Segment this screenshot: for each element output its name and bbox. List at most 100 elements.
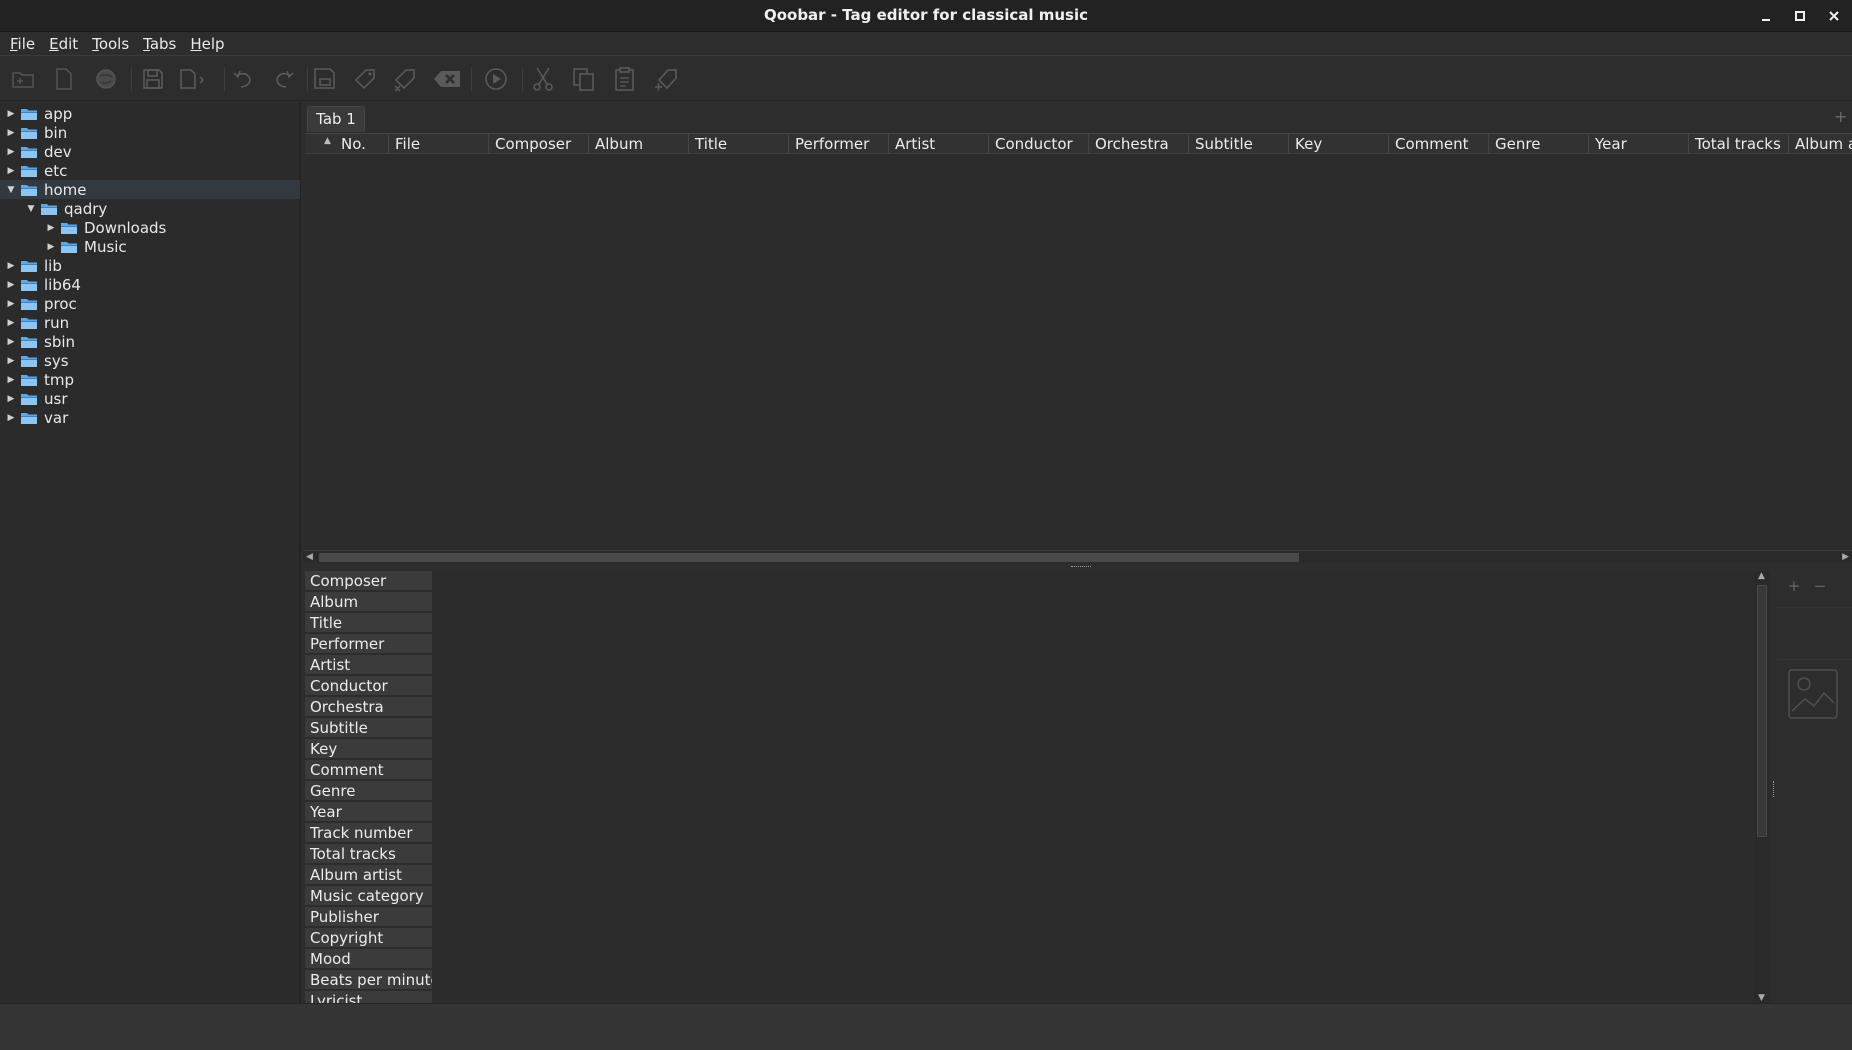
tag-label-album[interactable]: Album — [305, 592, 432, 612]
expand-arrow-icon[interactable]: ▶ — [46, 242, 56, 252]
expand-arrow-icon[interactable]: ▶ — [6, 299, 16, 309]
tree-item-music[interactable]: ▶ Music — [0, 237, 300, 256]
splitter-grip[interactable] — [1071, 566, 1091, 568]
splitter-grip[interactable] — [1773, 781, 1775, 797]
vertical-splitter[interactable] — [1770, 571, 1778, 1003]
expand-arrow-icon[interactable]: ▶ — [6, 261, 16, 271]
tree-item-proc[interactable]: ▶ proc — [0, 294, 300, 313]
tag-add-button[interactable] — [650, 63, 682, 95]
tree-item-home[interactable]: ▼ home — [0, 180, 300, 199]
tree-item-etc[interactable]: ▶ etc — [0, 161, 300, 180]
copy-button[interactable] — [568, 63, 600, 95]
tag-label-performer[interactable]: Performer — [305, 634, 432, 654]
remove-image-button[interactable]: − — [1811, 577, 1829, 595]
expand-arrow-icon[interactable]: ▶ — [6, 356, 16, 366]
tab-1[interactable]: Tab 1 — [307, 106, 365, 132]
tree-item-usr[interactable]: ▶ usr — [0, 389, 300, 408]
column-header-no[interactable]: No. — [335, 134, 389, 154]
scrollbar-thumb[interactable] — [319, 553, 1299, 562]
column-header-album-artist[interactable]: Album artist — [1789, 134, 1852, 154]
tree-item-sys[interactable]: ▶ sys — [0, 351, 300, 370]
scrollbar-thumb[interactable] — [1757, 585, 1767, 837]
tree-item-lib64[interactable]: ▶ lib64 — [0, 275, 300, 294]
expand-arrow-icon[interactable]: ▶ — [6, 147, 16, 157]
column-header-genre[interactable]: Genre — [1489, 134, 1589, 154]
save-as-button[interactable] — [177, 63, 209, 95]
expand-arrow-icon[interactable]: ▶ — [46, 223, 56, 233]
tag-label-album-artist[interactable]: Album artist — [305, 865, 432, 885]
save-button[interactable] — [137, 63, 169, 95]
expand-arrow-icon[interactable]: ▶ — [6, 280, 16, 290]
tag-label-artist[interactable]: Artist — [305, 655, 432, 675]
expand-arrow-icon[interactable]: ▶ — [6, 375, 16, 385]
minimize-button[interactable] — [1755, 5, 1777, 27]
column-header-artist[interactable]: Artist — [889, 134, 989, 154]
tree-item-dev[interactable]: ▶ dev — [0, 142, 300, 161]
paste-button[interactable] — [609, 63, 641, 95]
tag-label-lyricist[interactable]: Lyricist — [305, 991, 432, 1003]
clear-button[interactable] — [431, 63, 463, 95]
folder-tree[interactable]: ▶ app ▶ bin ▶ dev ▶ etc ▼ home ▼ qadry ▶ Downloads ▶ Mu… — [0, 102, 301, 1003]
tree-item-var[interactable]: ▶ var — [0, 408, 300, 427]
tag-label-publisher[interactable]: Publisher — [305, 907, 432, 927]
maximize-button[interactable] — [1789, 5, 1811, 27]
tag-label-mood[interactable]: Mood — [305, 949, 432, 969]
menu-edit[interactable]: Edit — [49, 32, 78, 55]
menu-file[interactable]: File — [10, 32, 35, 55]
tree-item-downloads[interactable]: ▶ Downloads — [0, 218, 300, 237]
collapse-arrow-icon[interactable]: ▼ — [6, 185, 16, 195]
tag-label-comment[interactable]: Comment — [305, 760, 432, 780]
save-tags-button[interactable] — [309, 63, 341, 95]
column-header-album[interactable]: Album — [589, 134, 689, 154]
tag-label-title[interactable]: Title — [305, 613, 432, 633]
redo-button[interactable] — [268, 63, 300, 95]
menu-help[interactable]: Help — [190, 32, 224, 55]
column-header-performer[interactable]: Performer — [789, 134, 889, 154]
menu-tools[interactable]: Tools — [92, 32, 129, 55]
column-header-composer[interactable]: Composer — [489, 134, 589, 154]
tag-label-music-category[interactable]: Music category — [305, 886, 432, 906]
tree-item-tmp[interactable]: ▶ tmp — [0, 370, 300, 389]
column-header-comment[interactable]: Comment — [1389, 134, 1489, 154]
scroll-up-icon[interactable]: ▲ — [1758, 571, 1765, 581]
column-header-conductor[interactable]: Conductor — [989, 134, 1089, 154]
cut-button[interactable] — [527, 63, 559, 95]
scroll-left-icon[interactable]: ◀ — [306, 552, 313, 562]
globe-button[interactable] — [90, 63, 122, 95]
play-button[interactable] — [480, 63, 512, 95]
new-file-button[interactable] — [48, 63, 80, 95]
expand-arrow-icon[interactable]: ▶ — [6, 128, 16, 138]
scroll-down-icon[interactable]: ▼ — [1758, 993, 1765, 1003]
tag-label-genre[interactable]: Genre — [305, 781, 432, 801]
add-image-button[interactable]: + — [1785, 577, 1803, 595]
tag-label-subtitle[interactable]: Subtitle — [305, 718, 432, 738]
expand-arrow-icon[interactable]: ▶ — [6, 337, 16, 347]
tree-item-run[interactable]: ▶ run — [0, 313, 300, 332]
close-button[interactable] — [1823, 5, 1845, 27]
tag-label-orchestra[interactable]: Orchestra — [305, 697, 432, 717]
scroll-right-icon[interactable]: ▶ — [1842, 552, 1849, 562]
column-header-file[interactable]: File — [389, 134, 489, 154]
image-placeholder-icon[interactable] — [1788, 669, 1838, 719]
horizontal-splitter[interactable] — [303, 563, 1852, 571]
tree-item-app[interactable]: ▶ app — [0, 104, 300, 123]
column-header-year[interactable]: Year — [1589, 134, 1689, 154]
tag-label-track-number[interactable]: Track number — [305, 823, 432, 843]
tree-item-qadry[interactable]: ▼ qadry — [0, 199, 300, 218]
add-tab-button[interactable]: + — [1834, 109, 1848, 125]
tree-item-sbin[interactable]: ▶ sbin — [0, 332, 300, 351]
expand-arrow-icon[interactable]: ▶ — [6, 109, 16, 119]
collapse-arrow-icon[interactable]: ▼ — [26, 204, 36, 214]
tag-button[interactable] — [349, 63, 381, 95]
tag-label-composer[interactable]: Composer — [305, 571, 432, 591]
column-header-total-tracks[interactable]: Total tracks — [1689, 134, 1789, 154]
column-header-title[interactable]: Title — [689, 134, 789, 154]
expand-arrow-icon[interactable]: ▶ — [6, 166, 16, 176]
tag-label-conductor[interactable]: Conductor — [305, 676, 432, 696]
remove-tag-button[interactable] — [389, 63, 421, 95]
expand-arrow-icon[interactable]: ▶ — [6, 394, 16, 404]
tag-label-copyright[interactable]: Copyright — [305, 928, 432, 948]
column-header-subtitle[interactable]: Subtitle — [1189, 134, 1289, 154]
column-header-orchestra[interactable]: Orchestra — [1089, 134, 1189, 154]
table-horizontal-scrollbar[interactable]: ◀ ▶ — [303, 550, 1852, 563]
